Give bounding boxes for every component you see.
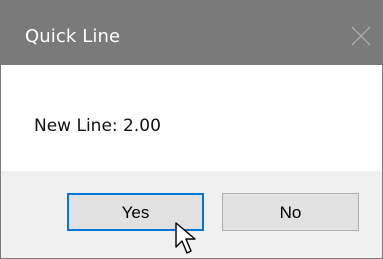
quick-line-dialog: Quick Line New Line: 2.00 Yes No xyxy=(0,0,383,259)
no-button[interactable]: No xyxy=(222,193,359,231)
mouse-cursor-icon xyxy=(175,222,196,254)
dialog-message: New Line: 2.00 xyxy=(34,116,161,136)
dialog-title-bar[interactable]: Quick Line xyxy=(1,1,382,65)
close-button[interactable] xyxy=(336,1,382,65)
dialog-content: New Line: 2.00 xyxy=(1,65,382,171)
dialog-title: Quick Line xyxy=(25,26,121,47)
close-icon xyxy=(351,26,371,46)
